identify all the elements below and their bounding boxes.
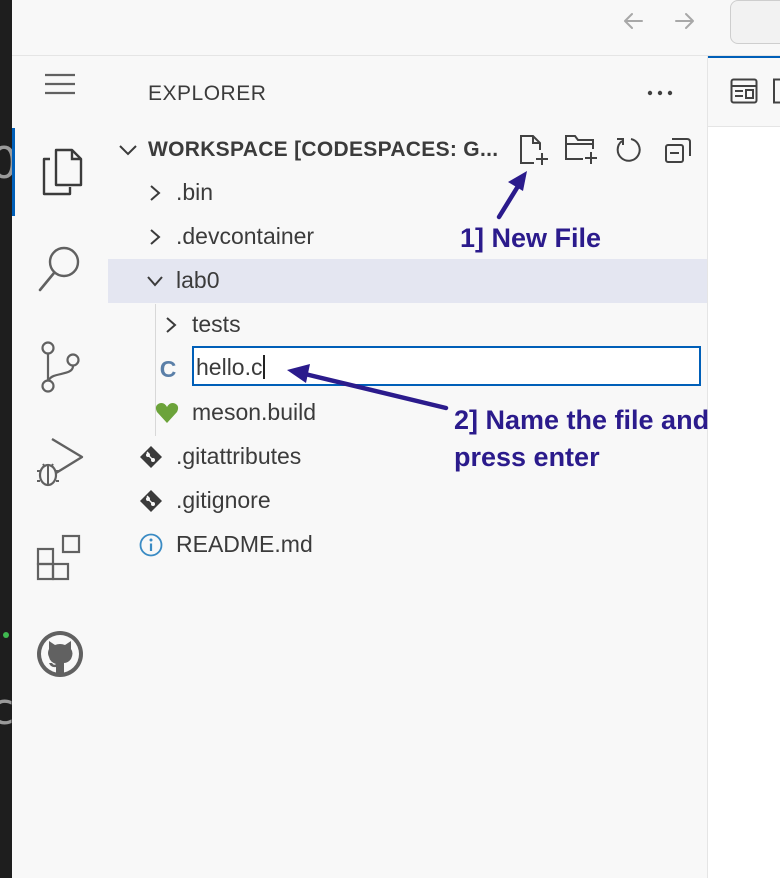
chevron-down-icon (119, 145, 137, 156)
tree-item-devcontainer[interactable]: .devcontainer (108, 215, 707, 259)
tree-item-label: meson.build (192, 399, 317, 425)
tree-item-lab0[interactable]: lab0 (108, 259, 707, 303)
arrow-left-icon (624, 13, 643, 29)
editor-tab-bar (708, 56, 780, 127)
tree-item-label: .gitignore (176, 487, 271, 513)
workspace-title: WORKSPACE [CODESPACES: G... (148, 138, 499, 161)
rename-input-value: hello.c (196, 354, 263, 380)
files-icon (42, 148, 82, 196)
activity-search[interactable] (12, 226, 108, 314)
tree-item-label: .bin (176, 179, 214, 205)
git-icon (138, 488, 164, 514)
background-window-edge: 0 c (0, 0, 12, 878)
source-control-icon (41, 341, 80, 393)
chevron-right-icon (142, 224, 168, 250)
editor-area (707, 56, 780, 878)
tree-item-label: tests (192, 311, 241, 337)
back-button[interactable] (618, 6, 648, 36)
git-icon (138, 444, 164, 470)
arrow-right-icon (675, 13, 694, 29)
rename-file-input[interactable]: hello.c (192, 346, 701, 386)
background-text-fragment: 0 (0, 138, 12, 189)
title-bar (12, 0, 780, 56)
tree-item-gitignore[interactable]: .gitignore (108, 479, 707, 523)
activity-run-debug[interactable] (12, 418, 108, 506)
preview-icon[interactable] (730, 78, 758, 104)
tree-item-gitattributes[interactable]: .gitattributes (108, 435, 707, 479)
workspace-header[interactable]: WORKSPACE [CODESPACES: G... (108, 130, 707, 170)
tree-item-label: .gitattributes (176, 443, 302, 469)
tree-item-readme[interactable]: README.md (108, 523, 707, 567)
chevron-right-icon (142, 180, 168, 206)
activity-source-control[interactable] (12, 323, 108, 411)
collapse-all-icon (665, 138, 691, 163)
command-center[interactable] (730, 0, 780, 44)
explorer-more-button[interactable] (638, 76, 682, 110)
active-tab-indicator (708, 56, 780, 58)
annotation-step2-line2: press enter (454, 442, 600, 472)
activity-explorer[interactable] (12, 128, 108, 216)
forward-button[interactable] (670, 6, 700, 36)
activity-github[interactable] (12, 610, 108, 698)
text-caret (263, 355, 266, 379)
status-dot (3, 632, 9, 638)
new-file-button[interactable] (516, 132, 552, 168)
annotation-step2-line1: 2] Name the file and (454, 405, 710, 435)
explorer-sidebar: EXPLORER WORKSPACE [CODESPACES: G... .bi… (108, 56, 707, 878)
github-icon (37, 631, 83, 677)
chevron-down-icon (142, 268, 168, 294)
explorer-title: EXPLORER (148, 82, 267, 105)
new-folder-button[interactable] (563, 132, 599, 168)
ellipsis-icon (647, 90, 673, 96)
tree-item-label: README.md (176, 531, 313, 557)
tree-item-tests[interactable]: tests (108, 303, 707, 347)
chevron-right-icon (158, 312, 184, 338)
tree-item-label: .devcontainer (176, 223, 315, 249)
activity-bar (12, 56, 109, 878)
extensions-icon (36, 534, 81, 581)
c-file-icon: C (159, 355, 177, 382)
refresh-icon (616, 138, 641, 162)
annotation-step1: 1] New File (460, 223, 602, 253)
split-editor-icon[interactable] (772, 78, 780, 104)
refresh-button[interactable] (611, 132, 647, 168)
new-folder-icon (565, 135, 597, 164)
tree-item-label: lab0 (176, 267, 220, 293)
hamburger-menu-icon (45, 73, 75, 95)
menu-button[interactable] (12, 48, 108, 120)
background-text-fragment: c (0, 684, 12, 735)
run-debug-icon (37, 437, 84, 487)
activity-extensions[interactable] (12, 514, 108, 602)
tree-item-bin[interactable]: .bin (108, 171, 707, 215)
info-icon (138, 532, 164, 558)
new-file-icon (520, 135, 548, 165)
search-icon (38, 246, 80, 292)
collapse-all-button[interactable] (660, 132, 696, 168)
meson-heart-icon (154, 400, 180, 426)
